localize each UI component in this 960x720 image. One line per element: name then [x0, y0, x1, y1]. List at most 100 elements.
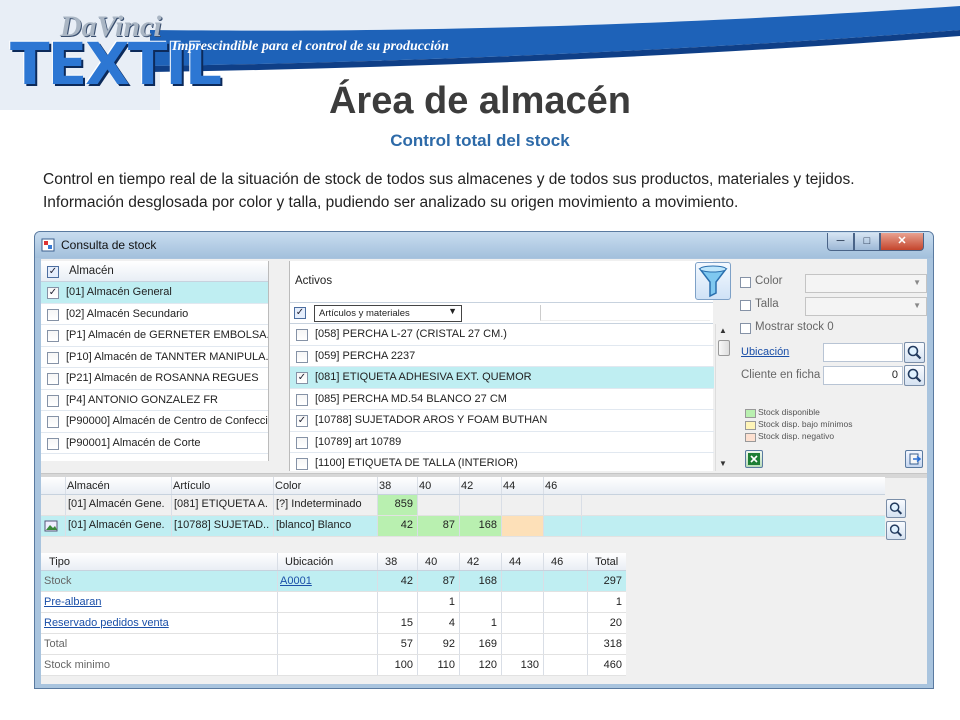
stock-grid-column-header[interactable]: Artículo — [173, 480, 210, 492]
stock-grid-column-header[interactable]: Almacén — [67, 480, 110, 492]
detail-grid-cell-total: 460 — [603, 659, 622, 671]
exit-icon — [909, 453, 922, 465]
warehouse-row[interactable]: [P1] Almacén de GERNETER EMBOLSA... — [41, 325, 268, 347]
color-select[interactable]: ▼ — [805, 274, 927, 293]
detail-grid-rows: Stock A0001 42 87 168 297 Pre-albaran 1 1 Reserva… — [41, 571, 626, 676]
column-separator — [377, 495, 378, 515]
warehouse-checkbox[interactable] — [47, 351, 59, 364]
product-type-select[interactable]: Artículos y materiales ▼ — [314, 305, 462, 322]
detail-grid-cell-tipo[interactable]: Reservado pedidos venta — [44, 617, 169, 629]
product-checkbox[interactable] — [296, 393, 308, 406]
color-checkbox[interactable] — [740, 277, 751, 288]
detail-grid-cell-size: 42 — [400, 575, 413, 587]
detail-grid-column-header[interactable]: Tipo — [49, 556, 70, 568]
stock-grid-column-header[interactable]: 46 — [545, 480, 557, 492]
warehouse-checkbox[interactable] — [47, 373, 59, 385]
close-button[interactable]: ✕ — [880, 233, 924, 251]
ubicacion-search-button[interactable] — [904, 342, 925, 363]
column-separator — [171, 495, 172, 515]
product-checkbox[interactable]: ✓ — [296, 415, 308, 427]
product-checkbox[interactable] — [296, 329, 308, 341]
product-checkbox[interactable]: ✓ — [296, 372, 308, 384]
scroll-down-icon[interactable]: ▼ — [719, 459, 727, 468]
column-separator — [501, 495, 502, 515]
detail-grid-column-header[interactable]: 44 — [509, 556, 521, 568]
product-checkbox[interactable] — [296, 350, 308, 363]
window-titlebar[interactable]: Consulta de stock ─ □ ✕ — [35, 232, 933, 258]
minimize-button[interactable]: ─ — [827, 233, 854, 251]
detail-grid-column-header[interactable]: 42 — [467, 556, 479, 568]
product-search-box[interactable] — [540, 305, 710, 321]
product-row[interactable]: [10789] art 10789 — [290, 432, 714, 453]
stock-grid-column-header[interactable]: 40 — [419, 480, 431, 492]
warehouse-row[interactable]: [P21] Almacén de ROSANNA REGUES — [41, 368, 268, 390]
stock-grid-column-header[interactable]: 42 — [461, 480, 473, 492]
detail-grid-cell-ubicacion[interactable]: A0001 — [280, 575, 312, 587]
mostrar-stock-checkbox[interactable] — [740, 323, 751, 334]
legend-swatch — [745, 433, 756, 442]
stock-grid-cell-size: 42 — [400, 519, 413, 531]
product-checkbox[interactable] — [296, 458, 308, 470]
warehouse-checkbox[interactable]: ✓ — [47, 287, 59, 299]
stock-grid-row[interactable]: [01] Almacén Gene... [081] ETIQUETA A... [… — [41, 495, 885, 516]
product-row[interactable]: ✓ [081] ETIQUETA ADHESIVA EXT. QUEMOR — [290, 367, 714, 389]
warehouse-row[interactable]: [P10] Almacén de TANNTER MANIPULA... — [41, 347, 268, 368]
filter-button[interactable] — [695, 262, 731, 300]
product-row[interactable]: [1100] ETIQUETA DE TALLA (INTERIOR) — [290, 453, 714, 475]
detail-grid-cell-total: 297 — [603, 575, 622, 587]
stock-row-2-detail-button[interactable] — [886, 521, 906, 540]
stock-grid-header: Almacén Artículo Color 38 40 42 44 46 — [41, 477, 885, 495]
product-row[interactable]: ✓ [10788] SUJETADOR AROS Y FOAM BUTHAN — [290, 410, 714, 432]
detail-grid-row[interactable]: Stock minimo 100 110 120 130 460 — [41, 655, 626, 676]
column-separator — [501, 553, 502, 570]
ubicacion-link[interactable]: Ubicación — [741, 346, 789, 358]
detail-grid-cell-tipo[interactable]: Pre-albaran — [44, 596, 101, 608]
detail-grid-column-header[interactable]: 46 — [551, 556, 563, 568]
detail-grid-column-header[interactable]: 40 — [425, 556, 437, 568]
warehouse-checkbox[interactable] — [47, 394, 59, 407]
cliente-input[interactable]: 0 — [823, 366, 903, 385]
product-list-scrollbar[interactable]: ▲ ▼ — [715, 324, 731, 471]
detail-grid-header: Tipo Ubicación 38 40 42 44 46 Total — [41, 553, 626, 571]
warehouse-column-header[interactable]: Almacén — [69, 265, 114, 277]
stock-grid-column-header[interactable]: 38 — [379, 480, 391, 492]
product-row[interactable]: [059] PERCHA 2237 — [290, 346, 714, 367]
detail-grid-row[interactable]: Pre-albaran 1 1 — [41, 592, 626, 613]
detail-grid-row[interactable]: Reservado pedidos venta 15 4 1 20 — [41, 613, 626, 634]
warehouse-row[interactable]: [P90001] Almacén de Corte — [41, 433, 268, 454]
warehouse-row[interactable]: [P90000] Almacén de Centro de Confecci..… — [41, 411, 268, 433]
warehouse-row[interactable]: ✓ [01] Almacén General — [41, 282, 268, 304]
stock-grid-cell-size: 87 — [442, 519, 455, 531]
product-row[interactable]: [058] PERCHA L-27 (CRISTAL 27 CM.) — [290, 324, 714, 346]
select-all-products-checkbox[interactable]: ✓ — [294, 307, 306, 319]
warehouse-row[interactable]: [P4] ANTONIO GONZALEZ FR — [41, 390, 268, 411]
warehouse-checkbox[interactable] — [47, 416, 59, 428]
export-excel-button[interactable] — [745, 450, 763, 468]
warehouse-checkbox[interactable] — [47, 308, 59, 321]
column-separator — [377, 634, 378, 654]
exit-button[interactable] — [905, 450, 923, 468]
select-all-warehouses-checkbox[interactable]: ✓ — [47, 266, 59, 278]
product-checkbox[interactable] — [296, 436, 308, 449]
warehouse-checkbox[interactable] — [47, 437, 59, 450]
cliente-search-button[interactable] — [904, 365, 925, 386]
detail-grid-column-header[interactable]: Total — [595, 556, 618, 568]
warehouse-checkbox[interactable] — [47, 330, 59, 342]
detail-grid-row[interactable]: Total 57 92 169 318 — [41, 634, 626, 655]
detail-grid-column-header[interactable]: 38 — [385, 556, 397, 568]
warehouse-row[interactable]: [02] Almacén Secundario — [41, 304, 268, 325]
stock-grid-row[interactable]: [01] Almacén Gene... [10788] SUJETAD... [b… — [41, 516, 885, 537]
stock-row-1-detail-button[interactable] — [886, 499, 906, 518]
ubicacion-input[interactable] — [823, 343, 903, 362]
product-row[interactable]: [085] PERCHA MD.54 BLANCO 27 CM — [290, 389, 714, 410]
stock-grid-column-header[interactable]: 44 — [503, 480, 515, 492]
scroll-thumb[interactable] — [718, 340, 730, 356]
maximize-button[interactable]: □ — [854, 233, 880, 251]
talla-checkbox[interactable] — [740, 300, 751, 311]
detail-grid-row[interactable]: Stock A0001 42 87 168 297 — [41, 571, 626, 592]
stock-grid-column-header[interactable]: Color — [275, 480, 301, 492]
detail-grid-cell-size: 130 — [520, 659, 539, 671]
scroll-up-icon[interactable]: ▲ — [719, 326, 727, 335]
detail-grid-column-header[interactable]: Ubicación — [285, 556, 333, 568]
talla-select[interactable]: ▼ — [805, 297, 927, 316]
